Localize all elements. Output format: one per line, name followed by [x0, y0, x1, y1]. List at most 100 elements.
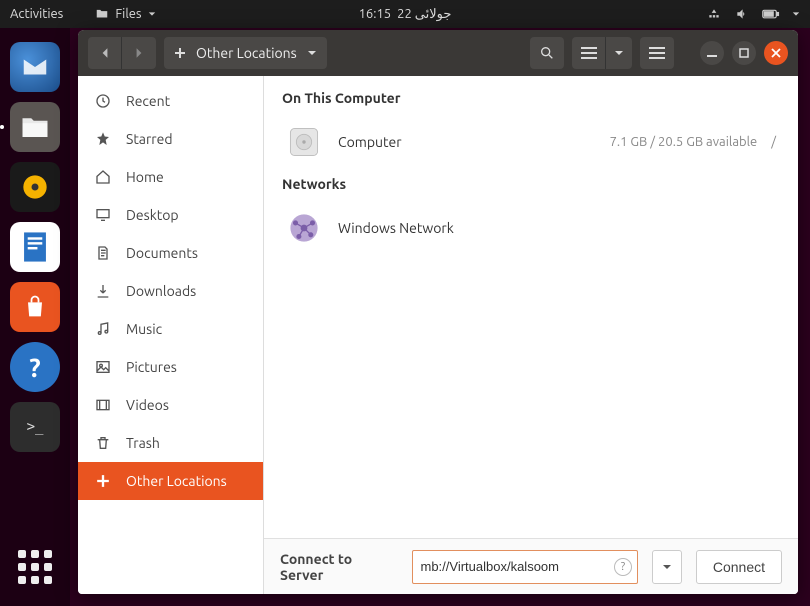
minimize-button[interactable]	[700, 41, 724, 65]
activities-label: Activities	[10, 7, 63, 21]
main-view: On This Computer Computer 7.1 GB / 20.5 …	[264, 76, 798, 594]
connect-button[interactable]: Connect	[696, 550, 782, 584]
sidebar-item-documents[interactable]: Documents	[78, 234, 263, 272]
network-workgroup-icon	[286, 210, 322, 246]
dock-item-terminal[interactable]: >_	[10, 402, 60, 452]
chevron-down-icon	[148, 10, 156, 18]
path-label: Other Locations	[196, 45, 297, 61]
sidebar-item-other-locations[interactable]: Other Locations	[78, 462, 263, 500]
pictures-icon	[94, 358, 112, 376]
close-button[interactable]	[764, 41, 788, 65]
volume-icon	[734, 7, 750, 21]
menu-icon	[649, 46, 665, 60]
headerbar: Other Locations	[78, 30, 798, 76]
app-menu[interactable]: Files	[95, 7, 155, 21]
sidebar-item-home[interactable]: Home	[78, 158, 263, 196]
speaker-icon	[21, 173, 49, 201]
clock-time: 16:15	[359, 7, 392, 21]
forward-button[interactable]	[122, 37, 156, 69]
sidebar-item-pictures[interactable]: Pictures	[78, 348, 263, 386]
server-history-dropdown[interactable]	[652, 550, 682, 584]
entry-windows-network[interactable]: Windows Network	[282, 204, 780, 262]
writer-icon	[20, 230, 50, 264]
chevron-left-icon	[99, 47, 111, 59]
dock-item-files[interactable]	[10, 102, 60, 152]
activities-button[interactable]: Activities	[10, 7, 63, 21]
section-networks: Networks	[282, 176, 780, 192]
star-icon	[94, 130, 112, 148]
home-icon	[94, 168, 112, 186]
sidebar-item-music[interactable]: Music	[78, 310, 263, 348]
sidebar-item-label: Recent	[126, 93, 170, 109]
maximize-icon	[739, 48, 749, 58]
list-icon	[581, 46, 597, 60]
shopping-bag-icon	[21, 293, 49, 321]
dock-item-rhythmbox[interactable]	[10, 162, 60, 212]
chevron-down-icon	[307, 48, 317, 58]
dock-item-help[interactable]: ?	[10, 342, 60, 392]
chevron-right-icon	[133, 47, 145, 59]
clock[interactable]: جولائی 22 16:15	[359, 7, 452, 22]
sidebar-item-label: Home	[126, 169, 164, 185]
connect-to-server-label: Connect to Server	[280, 551, 384, 583]
sidebar-item-label: Trash	[126, 435, 160, 451]
app-menu-label: Files	[115, 7, 141, 21]
sidebar-item-desktop[interactable]: Desktop	[78, 196, 263, 234]
plus-icon	[174, 47, 186, 59]
clock-icon	[94, 92, 112, 110]
close-icon	[771, 48, 781, 58]
trash-icon	[94, 434, 112, 452]
files-icon	[20, 114, 50, 140]
dock-item-software[interactable]	[10, 282, 60, 332]
terminal-icon: >_	[27, 419, 44, 435]
sidebar-item-label: Starred	[126, 131, 173, 147]
sidebar-item-videos[interactable]: Videos	[78, 386, 263, 424]
path-bar[interactable]: Other Locations	[164, 37, 327, 69]
dock-item-libreoffice[interactable]	[10, 222, 60, 272]
entry-path: /	[771, 135, 776, 149]
harddisk-icon	[286, 124, 322, 160]
clock-date: جولائی 22	[397, 7, 451, 22]
sidebar-item-trash[interactable]: Trash	[78, 424, 263, 462]
folder-icon	[95, 7, 109, 21]
search-icon	[539, 45, 555, 61]
entry-usage: 7.1 GB / 20.5 GB available	[610, 135, 758, 149]
entry-label: Windows Network	[338, 220, 454, 236]
help-icon: ?	[29, 353, 40, 382]
entry-label: Computer	[338, 134, 402, 150]
system-status-area[interactable]	[706, 7, 800, 21]
sidebar-item-starred[interactable]: Starred	[78, 120, 263, 158]
server-address-input[interactable]	[412, 550, 638, 584]
back-button[interactable]	[88, 37, 122, 69]
entry-computer[interactable]: Computer 7.1 GB / 20.5 GB available /	[282, 118, 780, 176]
hamburger-menu-button[interactable]	[640, 37, 674, 69]
sidebar-item-downloads[interactable]: Downloads	[78, 272, 263, 310]
chevron-down-icon	[662, 562, 672, 572]
battery-icon	[762, 7, 780, 21]
connect-to-server-bar: Connect to Server ? Connect	[264, 538, 798, 594]
videos-icon	[94, 396, 112, 414]
view-list-button[interactable]	[572, 37, 606, 69]
maximize-button[interactable]	[732, 41, 756, 65]
thunderbird-icon	[20, 52, 50, 82]
places-sidebar: Recent Starred Home Desktop Documents Do…	[78, 76, 264, 594]
chevron-down-icon	[614, 48, 624, 58]
show-applications-button[interactable]	[10, 542, 60, 592]
dock: ? >_	[0, 28, 70, 606]
sidebar-item-label: Other Locations	[126, 473, 227, 489]
section-on-this-computer: On This Computer	[282, 90, 780, 106]
music-icon	[94, 320, 112, 338]
sidebar-item-recent[interactable]: Recent	[78, 82, 263, 120]
sidebar-item-label: Downloads	[126, 283, 196, 299]
sidebar-item-label: Documents	[126, 245, 198, 261]
minimize-icon	[707, 48, 717, 58]
chevron-down-icon	[792, 10, 800, 18]
search-button[interactable]	[530, 37, 564, 69]
documents-icon	[94, 244, 112, 262]
view-dropdown-button[interactable]	[606, 37, 632, 69]
help-icon[interactable]: ?	[614, 558, 632, 576]
download-icon	[94, 282, 112, 300]
dock-item-thunderbird[interactable]	[10, 42, 60, 92]
plus-icon	[94, 472, 112, 490]
sidebar-item-label: Desktop	[126, 207, 179, 223]
